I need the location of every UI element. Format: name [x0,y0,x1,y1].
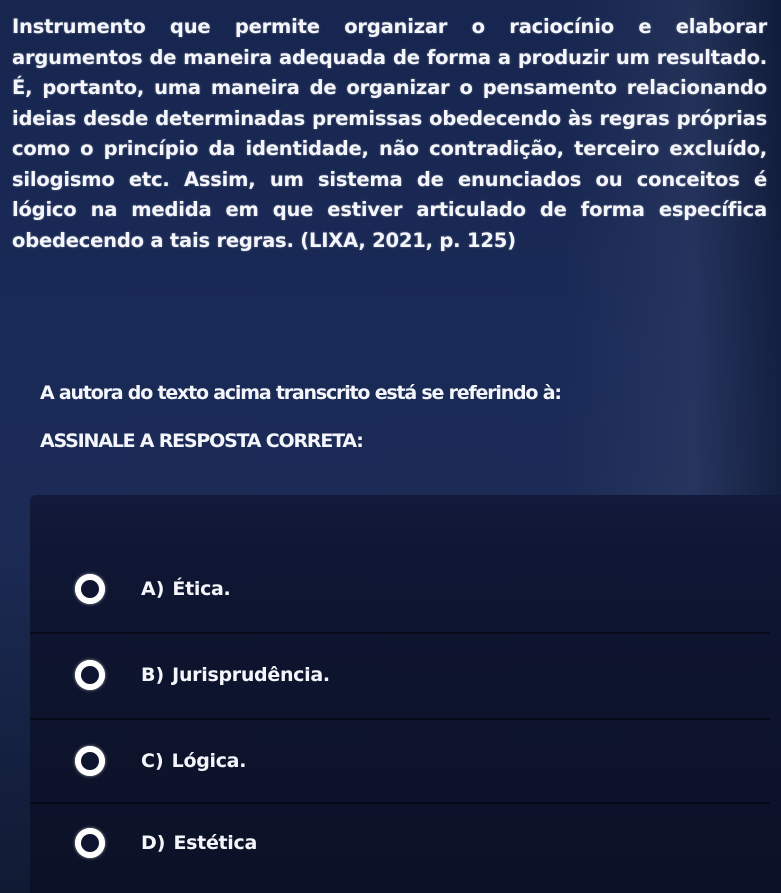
option-label: Estética [173,832,258,854]
option-label: Jurisprudência. [172,664,330,686]
option-label: Lógica. [171,750,247,772]
radio-button-icon[interactable] [75,746,105,776]
option-letter: C) [141,750,164,772]
option-d[interactable]: D) Estética [75,826,257,860]
option-c[interactable]: C) Lógica. [75,744,246,778]
radio-button-icon[interactable] [75,828,105,858]
option-divider [30,632,770,634]
option-letter: D) [141,832,166,854]
answer-instruction: ASSINALE A RESPOSTA CORRETA: [40,430,364,452]
question-text: Instrumento que permite organizar o raci… [12,15,767,252]
quiz-screen: Instrumento que permite organizar o raci… [0,0,781,893]
question-prompt: A autora do texto acima transcrito está … [40,382,562,404]
option-a[interactable]: A) Ética. [75,572,231,606]
option-divider [30,718,770,720]
option-b[interactable]: B) Jurisprudência. [75,658,330,692]
option-label: Ética. [172,578,231,600]
option-letter: A) [141,578,165,600]
radio-button-icon[interactable] [75,574,105,604]
option-letter: B) [141,664,165,686]
radio-button-icon[interactable] [75,660,105,690]
option-divider [30,802,770,804]
